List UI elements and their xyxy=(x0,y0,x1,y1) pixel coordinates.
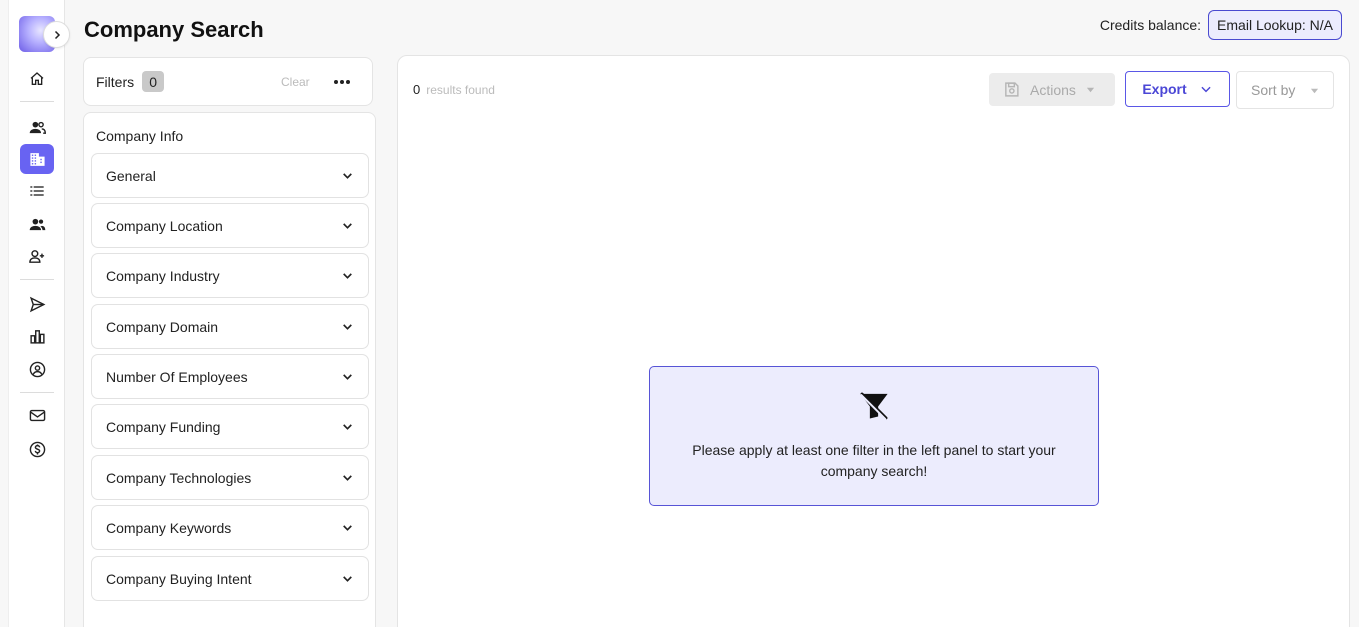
sidebar-item-analytics[interactable] xyxy=(20,321,54,351)
page-title: Company Search xyxy=(84,17,264,42)
sidebar-item-people[interactable] xyxy=(20,112,54,142)
credits-label: Credits balance: xyxy=(1099,17,1202,33)
caret-down-icon xyxy=(1310,88,1319,93)
accordion-label: Company Keywords xyxy=(106,519,232,536)
sidebar-item-inbox[interactable] xyxy=(20,400,54,430)
caret-down-icon xyxy=(1086,87,1095,93)
chevron-down-icon xyxy=(343,475,352,481)
filter-accordion-general[interactable]: General xyxy=(91,153,369,198)
sort-by-select[interactable]: Sort by xyxy=(1236,71,1334,109)
mail-icon xyxy=(29,409,45,421)
results-count-value: 0 xyxy=(413,82,421,97)
chevron-down-icon xyxy=(343,273,352,279)
accordion-label: Company Funding xyxy=(106,418,221,435)
dollar-icon xyxy=(29,441,45,457)
chevron-down-icon xyxy=(343,324,352,330)
send-icon xyxy=(29,296,45,312)
accordion-label: Number Of Employees xyxy=(106,368,248,385)
actions-button[interactable]: Actions xyxy=(989,73,1115,106)
filters-label: Filters xyxy=(96,73,135,90)
filter-accordion-keywords[interactable]: Company Keywords xyxy=(91,505,369,550)
sidebar-item-billing[interactable] xyxy=(20,434,54,464)
sidebar xyxy=(8,0,65,627)
add-person-icon xyxy=(29,249,45,263)
filters-panel: Company Info General Company Location Co… xyxy=(83,112,376,627)
sort-label: Sort by xyxy=(1251,82,1296,98)
results-panel: 0 results found Actions Export Sort by Pl… xyxy=(397,55,1350,627)
chevron-down-icon xyxy=(343,223,352,229)
sidebar-item-team[interactable] xyxy=(20,209,54,239)
accordion-label: General xyxy=(106,167,156,184)
sidebar-item-add-contact[interactable] xyxy=(20,241,54,271)
results-count: 0 results found xyxy=(413,82,495,97)
results-count-label: results found xyxy=(426,83,495,97)
accordion-label: Company Domain xyxy=(106,318,219,335)
sidebar-item-account[interactable] xyxy=(20,354,54,384)
export-label: Export xyxy=(1142,81,1187,97)
section-title: Company Info xyxy=(96,128,184,144)
more-options-icon[interactable] xyxy=(334,79,350,84)
credits-balance: Credits balance: Email Lookup: N/A xyxy=(1100,10,1342,40)
chevron-down-icon xyxy=(343,173,352,179)
accordion-label: Company Buying Intent xyxy=(106,570,252,587)
user-circle-icon xyxy=(29,361,45,377)
empty-state: Please apply at least one filter in the … xyxy=(649,366,1099,506)
clear-filters-button[interactable]: Clear xyxy=(281,75,310,89)
filter-accordion-employees[interactable]: Number Of Employees xyxy=(91,354,369,399)
export-button[interactable]: Export xyxy=(1125,71,1230,107)
accordion-label: Company Technologies xyxy=(106,469,252,486)
accordion-label: Company Location xyxy=(106,217,223,234)
accordion-label: Company Industry xyxy=(106,267,220,284)
nav-divider xyxy=(20,279,54,280)
chevron-down-icon xyxy=(1201,86,1211,93)
sidebar-item-sequences[interactable] xyxy=(20,289,54,319)
filters-header: Filters 0 Clear xyxy=(83,57,373,106)
list-icon xyxy=(30,186,44,196)
email-lookup-badge[interactable]: Email Lookup: N/A xyxy=(1208,10,1342,40)
filter-accordion-funding[interactable]: Company Funding xyxy=(91,404,369,449)
filter-accordion-industry[interactable]: Company Industry xyxy=(91,253,369,298)
building-icon xyxy=(29,152,45,166)
empty-state-message: Please apply at least one filter in the … xyxy=(692,442,1056,479)
sidebar-item-lists[interactable] xyxy=(20,176,54,206)
team-icon xyxy=(29,218,45,230)
home-icon xyxy=(30,72,44,85)
filter-accordion-location[interactable]: Company Location xyxy=(91,203,369,248)
chevron-down-icon xyxy=(343,525,352,531)
nav-divider xyxy=(20,392,54,393)
filter-accordion-technologies[interactable]: Company Technologies xyxy=(91,455,369,500)
bar-chart-icon xyxy=(29,329,45,344)
people-icon xyxy=(29,121,46,134)
filter-accordion-domain[interactable]: Company Domain xyxy=(91,304,369,349)
chevron-down-icon xyxy=(343,424,352,430)
sidebar-expand-button[interactable] xyxy=(43,21,70,48)
nav-divider xyxy=(20,101,54,102)
save-icon xyxy=(1005,82,1019,97)
chevron-down-icon xyxy=(343,374,352,380)
filter-off-icon xyxy=(860,392,888,421)
sidebar-item-companies[interactable] xyxy=(20,144,54,174)
chevron-right-icon xyxy=(54,30,60,39)
filters-count-badge: 0 xyxy=(142,71,165,92)
filter-accordion-buying-intent[interactable]: Company Buying Intent xyxy=(91,556,369,601)
sidebar-item-home[interactable] xyxy=(20,64,54,94)
chevron-down-icon xyxy=(343,576,352,582)
actions-label: Actions xyxy=(1030,81,1076,98)
